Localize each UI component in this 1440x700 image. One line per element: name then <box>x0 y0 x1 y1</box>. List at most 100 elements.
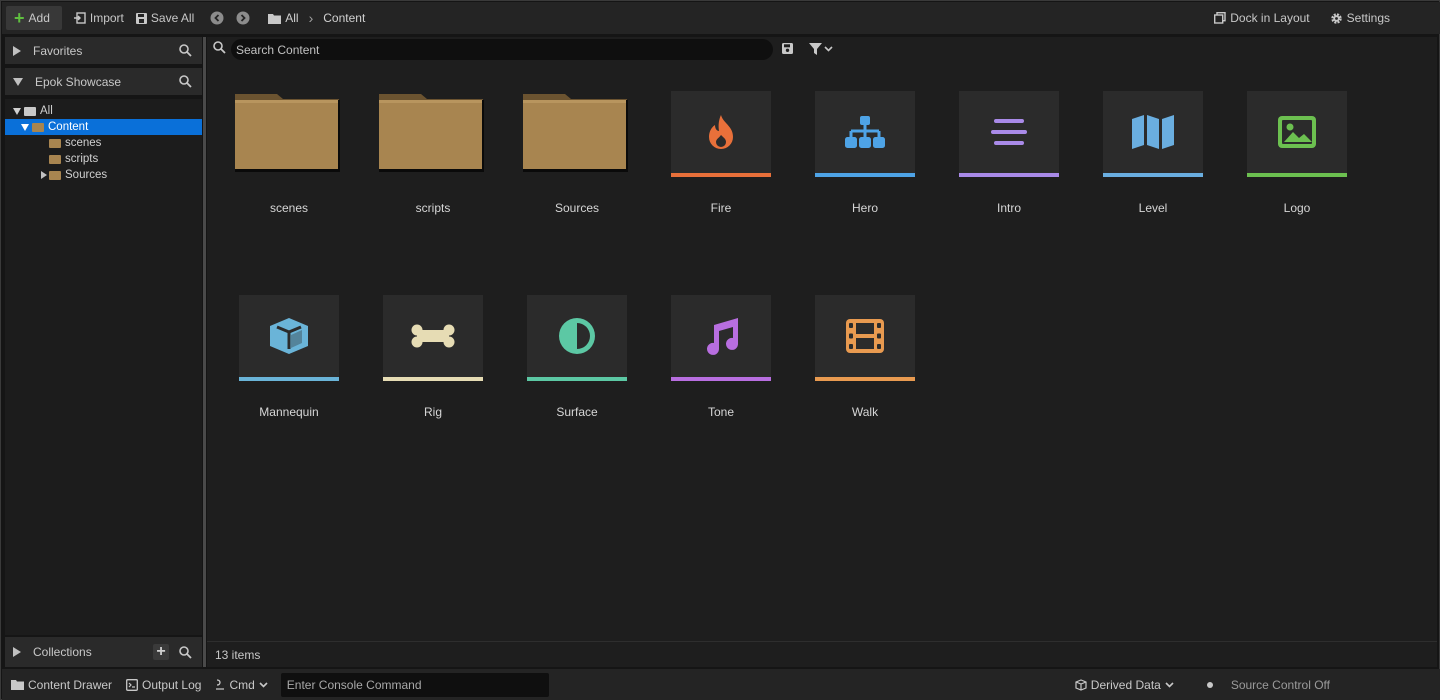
search-placeholder: Search Content <box>236 42 320 57</box>
chevron-right-icon: › <box>308 10 314 26</box>
asset-item[interactable]: Rig <box>378 277 488 419</box>
dock-in-layout-button[interactable]: Dock in Layout <box>1208 5 1315 31</box>
folder-icon <box>522 91 628 173</box>
item-label: Tone <box>707 405 735 419</box>
asset-thumbnail <box>815 91 915 177</box>
item-label: Fire <box>710 201 732 215</box>
database-icon <box>1075 678 1087 691</box>
asset-item[interactable]: Logo <box>1242 73 1352 215</box>
breadcrumb-all[interactable]: All <box>285 11 298 25</box>
save-search-icon[interactable] <box>782 43 793 54</box>
output-log-button[interactable]: Output Log <box>119 678 208 692</box>
back-icon[interactable] <box>210 11 224 25</box>
favorites-header[interactable]: Favorites <box>5 37 202 65</box>
collections-header[interactable]: Collections + <box>5 637 202 667</box>
asset-thumbnail <box>239 295 339 381</box>
asset-thumbnail <box>815 295 915 381</box>
breadcrumb-content[interactable]: Content <box>323 11 365 25</box>
music-note-icon <box>671 295 771 377</box>
asset-type-color-bar <box>383 377 483 381</box>
tree-item-scripts[interactable]: scripts <box>5 151 202 167</box>
save-all-button[interactable]: Save All <box>130 5 200 31</box>
folder-icon <box>268 13 282 24</box>
item-label: Logo <box>1283 201 1311 215</box>
content-drawer-button[interactable]: Content Drawer <box>2 678 119 692</box>
bottom-right: Derived Data Source Control Off <box>1068 678 1330 692</box>
chevron-down-icon <box>1165 681 1174 688</box>
settings-button[interactable]: Settings <box>1324 5 1396 31</box>
search-icon[interactable] <box>179 44 192 57</box>
asset-thumbnail <box>671 295 771 381</box>
folder-item[interactable]: Sources <box>522 73 632 215</box>
asset-type-color-bar <box>671 377 771 381</box>
derived-data-button[interactable]: Derived Data <box>1068 678 1181 692</box>
cmd-icon <box>215 678 225 691</box>
search-icon[interactable] <box>179 75 192 88</box>
search-icon[interactable] <box>179 645 192 659</box>
folder-item[interactable]: scripts <box>378 73 488 215</box>
panel-splitter[interactable] <box>203 37 206 667</box>
log-icon <box>126 678 138 691</box>
tree-item-content[interactable]: Content <box>5 119 202 135</box>
image-icon <box>1247 91 1347 173</box>
import-button[interactable]: Import <box>68 5 130 31</box>
content-browser-window: + Add Import Save All All › Content Dock… <box>0 0 1440 700</box>
folder-icon <box>32 122 44 132</box>
folder-icon <box>378 91 484 173</box>
asset-type-color-bar <box>527 377 627 381</box>
asset-item[interactable]: Fire <box>666 73 776 215</box>
asset-item[interactable]: Hero <box>810 73 920 215</box>
forward-icon[interactable] <box>236 11 250 25</box>
item-label: scripts <box>415 201 451 215</box>
collapse-arrow-icon[interactable] <box>13 107 21 115</box>
expand-arrow-icon[interactable] <box>41 171 47 179</box>
asset-thumbnail <box>383 295 483 381</box>
tree-item-label: Sources <box>65 169 108 181</box>
folder-item[interactable]: scenes <box>234 73 344 215</box>
asset-type-color-bar <box>959 173 1059 177</box>
import-label: Import <box>89 11 124 25</box>
gear-icon <box>1330 12 1343 25</box>
tree-item-all[interactable]: All <box>5 103 202 119</box>
source-control-label[interactable]: Source Control Off <box>1231 678 1330 692</box>
item-label: Surface <box>556 405 598 419</box>
chevron-down-icon <box>259 681 268 688</box>
save-all-label: Save All <box>150 11 195 25</box>
fire-icon <box>671 91 771 173</box>
asset-item[interactable]: Surface <box>522 277 632 419</box>
asset-item[interactable]: Mannequin <box>234 277 344 419</box>
item-label: scenes <box>269 201 309 215</box>
map-icon <box>1103 91 1203 173</box>
asset-item[interactable]: Tone <box>666 277 776 419</box>
add-button[interactable]: + Add <box>6 6 62 30</box>
project-header[interactable]: Epok Showcase <box>5 68 202 96</box>
asset-type-color-bar <box>1247 173 1347 177</box>
add-collection-icon[interactable]: + <box>153 644 169 660</box>
item-label: Intro <box>996 201 1021 215</box>
cube-icon <box>239 295 339 377</box>
collapse-arrow-icon[interactable] <box>21 123 29 131</box>
search-icon <box>213 41 226 54</box>
collections-label: Collections <box>33 645 92 659</box>
filter-icon[interactable] <box>809 43 833 55</box>
collapse-arrow-icon <box>13 77 23 86</box>
console-input[interactable]: Enter Console Command <box>280 672 549 697</box>
tree-item-sources[interactable]: Sources <box>5 167 202 183</box>
asset-thumbnail <box>671 91 771 177</box>
asset-type-color-bar <box>671 173 771 177</box>
asset-item[interactable]: Walk <box>810 277 920 419</box>
tree-item-scenes[interactable]: scenes <box>5 135 202 151</box>
toolbar: + Add Import Save All All › Content Dock… <box>2 2 1440 34</box>
folder-icon <box>11 679 24 690</box>
add-label: Add <box>28 11 50 25</box>
cmd-dropdown[interactable]: Cmd <box>208 678 274 692</box>
search-input[interactable]: Search Content <box>231 39 773 60</box>
asset-item[interactable]: Level <box>1098 73 1208 215</box>
asset-thumbnail <box>959 91 1059 177</box>
dock-icon <box>1214 12 1226 24</box>
contrast-icon <box>527 295 627 377</box>
project-label: Epok Showcase <box>35 74 122 89</box>
plus-icon: + <box>14 8 25 28</box>
import-icon <box>73 12 86 24</box>
asset-item[interactable]: Intro <box>954 73 1064 215</box>
